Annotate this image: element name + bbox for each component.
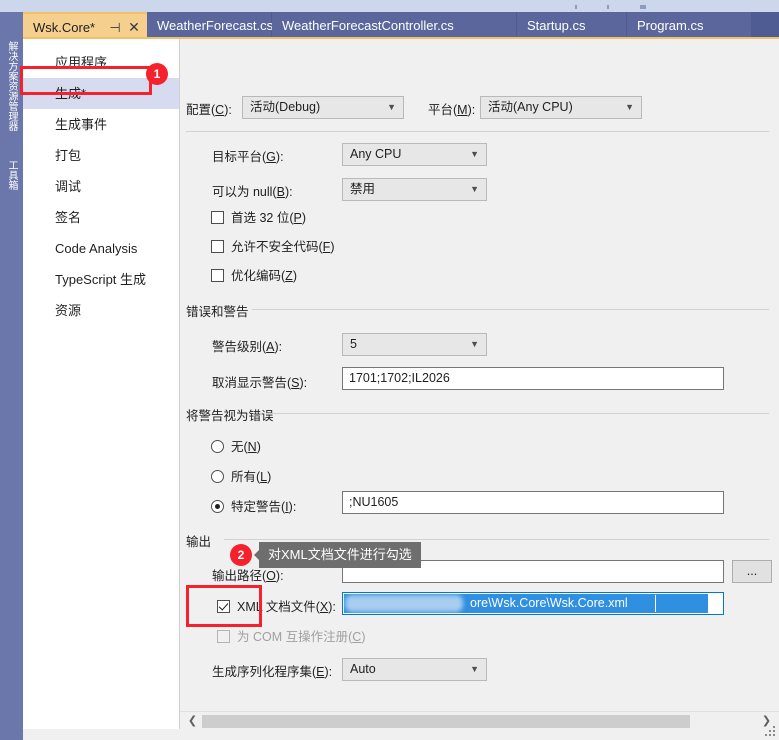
- tooltip: 对XML文档文件进行勾选: [254, 542, 421, 568]
- gutter-tab-solution-explorer[interactable]: 解决方案资源管理器: [1, 26, 22, 146]
- tab-label: Startup.cs: [527, 18, 586, 33]
- nullable-dropdown[interactable]: 禁用 ▼: [342, 178, 487, 201]
- strip-dot: [640, 5, 646, 9]
- tab-label: Wsk.Core*: [33, 20, 96, 35]
- tooltip-arrow-icon: [254, 550, 259, 560]
- checkbox-box[interactable]: [211, 211, 224, 224]
- scroll-left-icon[interactable]: ❮: [184, 712, 201, 730]
- configuration-label: 配置(C):: [186, 103, 232, 117]
- output-group-title: 输出: [186, 531, 218, 550]
- build-settings-panel: 配置(C): 活动(Debug) ▼ 平台(M): 活动(Any CPU) ▼ …: [180, 39, 779, 740]
- serialization-assembly-value: Auto: [350, 662, 376, 676]
- tab-wsk-core[interactable]: Wsk.Core* ⊣ ✕: [23, 12, 147, 39]
- sidebar-item-resources[interactable]: 资源: [23, 295, 179, 326]
- resize-grip-icon[interactable]: [765, 726, 777, 738]
- tab-weatherforecastcontroller-cs[interactable]: WeatherForecastController.cs: [272, 12, 517, 39]
- horizontal-scrollbar[interactable]: ❮ ❯: [180, 711, 779, 730]
- chevron-down-icon: ▼: [625, 102, 634, 112]
- checkbox-label: 允许不安全代码(F): [231, 240, 335, 254]
- tab-label: WeatherForecast.cs: [157, 18, 274, 33]
- radio-button[interactable]: [211, 470, 224, 483]
- text-caret: [655, 595, 656, 612]
- tab-label: WeatherForecastController.cs: [282, 18, 454, 33]
- warning-level-value: 5: [350, 337, 357, 351]
- tab-program-cs[interactable]: Program.cs: [627, 12, 752, 39]
- tab-startup-cs[interactable]: Startup.cs: [517, 12, 627, 39]
- platform-label: 平台(M):: [428, 103, 476, 117]
- specific-warnings-input[interactable]: ;NU1605: [342, 491, 724, 514]
- sidebar-item-code-analysis[interactable]: Code Analysis: [23, 233, 179, 264]
- group-divider: [266, 413, 769, 414]
- nullable-label: 可以为 null(B):: [212, 185, 293, 199]
- serialization-assembly-dropdown[interactable]: Auto ▼: [342, 658, 487, 681]
- chevron-down-icon: ▼: [470, 339, 479, 349]
- sidebar-selection-highlight: [20, 66, 152, 95]
- output-path-browse-button[interactable]: ...: [732, 560, 772, 583]
- xml-documentation-path-value: ore\Wsk.Core\Wsk.Core.xml: [470, 596, 628, 610]
- group-divider: [224, 539, 769, 540]
- window-bottom-band: [23, 726, 779, 740]
- radio-label: 特定警告(I):: [231, 500, 297, 514]
- xml-documentation-path-input[interactable]: ore\Wsk.Core\Wsk.Core.xml: [342, 592, 724, 615]
- annotation-badge-1: 1: [146, 63, 168, 85]
- annotation-badge-2: 2: [230, 544, 252, 566]
- checkbox-label: 优化编码(Z): [231, 269, 297, 283]
- suppress-warnings-input[interactable]: 1701;1702;IL2026: [342, 367, 724, 390]
- section-divider: [186, 131, 769, 132]
- nullable-value: 禁用: [350, 182, 376, 196]
- radio-label: 所有(L): [231, 470, 272, 484]
- sidebar-item-build-events[interactable]: 生成事件: [23, 109, 179, 140]
- radio-button[interactable]: [211, 500, 224, 513]
- checkbox-box: [217, 630, 230, 643]
- warnings-as-errors-group-title: 将警告视为错误: [186, 405, 280, 424]
- sidebar-item-package[interactable]: 打包: [23, 140, 179, 171]
- output-path-label: 输出路径(O):: [212, 569, 284, 583]
- checkbox-box[interactable]: [211, 269, 224, 282]
- sidebar-item-signing[interactable]: 签名: [23, 202, 179, 233]
- warning-level-dropdown[interactable]: 5 ▼: [342, 333, 487, 356]
- configuration-value: 活动(Debug): [250, 100, 321, 114]
- target-platform-dropdown[interactable]: Any CPU ▼: [342, 143, 487, 166]
- chevron-down-icon: ▼: [470, 184, 479, 194]
- chevron-down-icon: ▼: [470, 149, 479, 159]
- target-platform-value: Any CPU: [350, 147, 402, 161]
- properties-nav-list: 应用程序 生成* 生成事件 打包 调试 签名 Code Analysis Typ…: [23, 39, 179, 740]
- checkbox-box[interactable]: [211, 240, 224, 253]
- chevron-down-icon: ▼: [470, 664, 479, 674]
- platform-value: 活动(Any CPU): [488, 100, 573, 114]
- warning-level-label: 警告级别(A):: [212, 340, 283, 354]
- strip-dot: [607, 5, 609, 9]
- errors-warnings-group-title: 错误和警告: [186, 301, 255, 320]
- window-top-strip: [0, 0, 779, 12]
- group-divider: [252, 309, 769, 310]
- tab-label: Program.cs: [637, 18, 704, 33]
- visual-studio-project-properties-window: 解决方案资源管理器 工具箱 Wsk.Core* ⊣ ✕ WeatherForec…: [0, 0, 779, 740]
- sidebar-item-debug[interactable]: 调试: [23, 171, 179, 202]
- strip-dot: [575, 5, 577, 9]
- radio-label: 无(N): [231, 440, 261, 454]
- serialization-assembly-label: 生成序列化程序集(E):: [212, 665, 333, 679]
- redacted-path-blur: [345, 595, 463, 612]
- target-platform-label: 目标平台(G):: [212, 150, 284, 164]
- tooltip-text: 对XML文档文件进行勾选: [268, 547, 412, 562]
- suppress-warnings-label: 取消显示警告(S):: [212, 376, 308, 390]
- checkbox-label: 首选 32 位(P): [231, 211, 307, 225]
- annotation-highlight-xml-checkbox: [186, 585, 262, 627]
- tab-weatherforecast-cs[interactable]: WeatherForecast.cs: [147, 12, 274, 39]
- chevron-down-icon: ▼: [387, 102, 396, 112]
- configuration-dropdown[interactable]: 活动(Debug) ▼: [242, 96, 404, 119]
- platform-dropdown[interactable]: 活动(Any CPU) ▼: [480, 96, 642, 119]
- radio-button[interactable]: [211, 440, 224, 453]
- checkbox-label: 为 COM 互操作注册(C): [237, 630, 366, 644]
- sidebar-item-typescript-build[interactable]: TypeScript 生成: [23, 264, 179, 295]
- scrollbar-thumb[interactable]: [202, 715, 690, 728]
- gutter-tab-toolbox[interactable]: 工具箱: [1, 152, 22, 198]
